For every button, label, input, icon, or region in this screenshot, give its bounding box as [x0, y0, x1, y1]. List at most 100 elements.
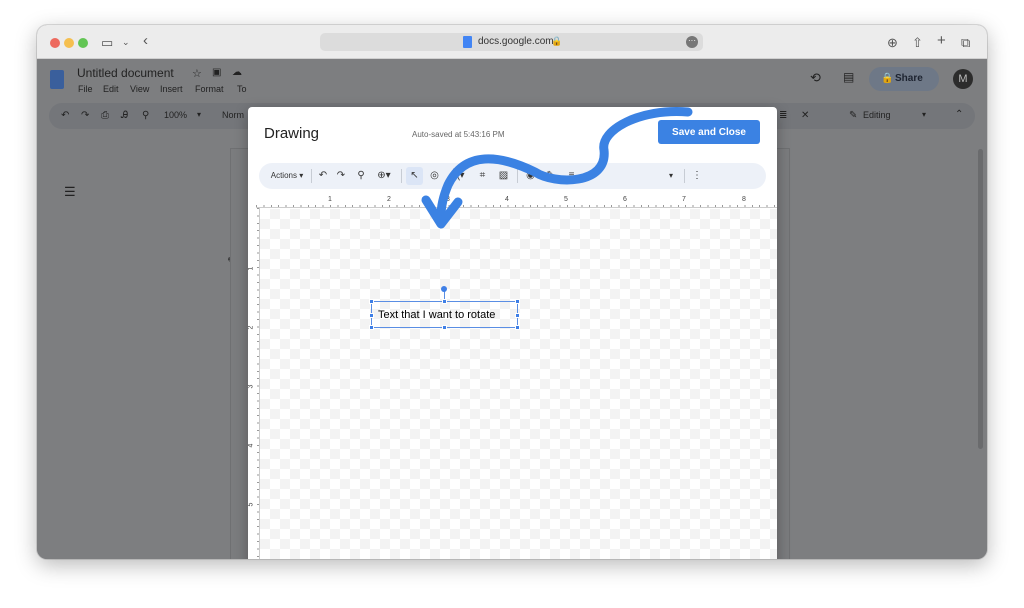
pencil-icon: ✎	[849, 110, 858, 121]
drawing-dialog: Drawing Auto-saved at 5:43:16 PM Save an…	[248, 107, 777, 559]
textbox-tool-icon[interactable]: ⌗	[474, 167, 491, 185]
resize-handle-top[interactable]	[442, 299, 447, 304]
drawing-canvas-area: 1 2 3 4 5 6 7 8 1 2 3 4 5 6	[248, 195, 777, 559]
more-icon[interactable]: ···	[686, 36, 698, 48]
line-tool-icon[interactable]: ╲▾	[447, 167, 471, 185]
chevron-down-icon[interactable]: ▾	[922, 110, 926, 119]
share-button[interactable]: 🔒 Share	[869, 67, 939, 91]
zoom-select[interactable]: 100%	[164, 110, 187, 120]
dialog-title: Drawing	[264, 125, 320, 142]
toolbar-divider	[401, 169, 402, 183]
more-options-icon[interactable]: ⋮	[691, 167, 703, 185]
actions-menu[interactable]: Actions ▾	[267, 167, 307, 185]
menu-tools[interactable]: To	[237, 84, 247, 94]
redo-icon[interactable]: ↷	[333, 167, 349, 185]
ruler-label: 3	[248, 384, 255, 389]
toolbar-divider	[311, 169, 312, 183]
rotation-handle[interactable]	[441, 286, 447, 292]
share-page-icon[interactable]: ⇧	[912, 35, 923, 51]
chevron-down-icon[interactable]: ⌄	[122, 37, 130, 48]
ruler-label: 5	[564, 196, 568, 203]
ruler-label: 6	[623, 196, 627, 203]
editing-mode-select[interactable]: Editing	[863, 110, 891, 120]
border-weight-icon[interactable]: ≡	[563, 167, 580, 185]
undo-icon[interactable]: ↶	[61, 110, 69, 121]
spellcheck-icon[interactable]: Ꭿ	[121, 110, 128, 121]
ruler-label: 1	[248, 266, 255, 271]
menu-format[interactable]: Format	[195, 84, 224, 94]
shape-tool-icon[interactable]: ◎	[426, 167, 443, 185]
sidebar-toggle-icon[interactable]: ▭	[101, 35, 113, 51]
toolbar-divider	[684, 169, 685, 183]
docs-app-background: Untitled document ☆ ▣ ☁ File Edit View I…	[37, 59, 987, 559]
resize-handle-right[interactable]	[515, 313, 520, 318]
share-label: Share	[895, 73, 923, 84]
fill-color-icon[interactable]: ◉	[522, 167, 539, 185]
ruler-label: 8	[742, 196, 746, 203]
ruler-label: 2	[248, 325, 255, 330]
avatar[interactable]: M	[953, 69, 973, 89]
undo-icon[interactable]: ↶	[315, 167, 331, 185]
clear-format-icon[interactable]: ✕	[801, 110, 809, 121]
print-icon[interactable]: ⎙	[101, 110, 109, 121]
paint-format-icon[interactable]: ⚲	[142, 110, 149, 121]
style-select[interactable]: Norm	[222, 110, 244, 120]
text-box-content[interactable]: Text that I want to rotate	[378, 309, 495, 321]
resize-handle-top-right[interactable]	[515, 299, 520, 304]
menu-view[interactable]: View	[130, 84, 149, 94]
new-tab-icon[interactable]: +	[937, 32, 946, 49]
address-bar[interactable]: docs.google.com 🔒 ···	[320, 33, 703, 51]
select-tool-icon[interactable]: ↖	[406, 167, 423, 185]
document-title[interactable]: Untitled document	[77, 66, 174, 80]
chevron-down-icon[interactable]: ▾	[197, 110, 201, 119]
redo-icon[interactable]: ↷	[81, 110, 89, 121]
chevron-up-icon[interactable]: ⌃	[955, 109, 963, 120]
paint-format-icon[interactable]: ⚲	[353, 167, 369, 185]
ruler-label: 4	[248, 443, 255, 448]
minimize-window-button[interactable]	[64, 38, 74, 48]
ruler-label: 1	[328, 196, 332, 203]
drawing-toolbar: Actions ▾ ↶ ↷ ⚲ ⊕▾ ↖ ◎ ╲▾ ⌗ ▨ ◉ ✎ ≡ ┅ ▾ …	[259, 163, 766, 189]
zoom-window-button[interactable]	[78, 38, 88, 48]
docs-logo-icon	[50, 70, 64, 89]
resize-handle-bottom-left[interactable]	[369, 325, 374, 330]
ruler-label: 7	[682, 196, 686, 203]
ruler-label: 2	[387, 196, 391, 203]
resize-handle-left[interactable]	[369, 313, 374, 318]
resize-handle-top-left[interactable]	[369, 299, 374, 304]
zoom-icon[interactable]: ⊕▾	[372, 167, 396, 185]
history-icon[interactable]: ⟲	[810, 70, 821, 86]
outline-icon[interactable]: ☰	[64, 184, 76, 200]
resize-handle-bottom[interactable]	[442, 325, 447, 330]
autosave-status: Auto-saved at 5:43:16 PM	[412, 130, 505, 139]
close-window-button[interactable]	[50, 38, 60, 48]
lock-icon: 🔒	[551, 36, 563, 46]
cloud-icon[interactable]: ☁	[232, 67, 242, 78]
border-color-icon[interactable]: ✎	[542, 167, 559, 185]
menu-edit[interactable]: Edit	[103, 84, 119, 94]
line-spacing-icon[interactable]: ≣	[779, 110, 787, 121]
chevron-down-icon[interactable]: ▾	[664, 167, 678, 185]
border-dash-icon[interactable]: ┅	[584, 167, 601, 185]
comments-icon[interactable]: ▤	[843, 70, 854, 84]
vertical-scrollbar[interactable]	[978, 149, 983, 449]
image-tool-icon[interactable]: ▨	[495, 167, 512, 185]
drawing-canvas[interactable]	[260, 209, 777, 559]
tab-overview-icon[interactable]: ⧉	[961, 35, 970, 51]
browser-window: ▭ ⌄ ‹ docs.google.com 🔒 ··· ⊕ ⇧ + ⧉ Unti…	[37, 25, 987, 559]
menu-insert[interactable]: Insert	[160, 84, 183, 94]
star-icon[interactable]: ☆	[192, 67, 202, 80]
actions-label: Actions	[270, 171, 297, 180]
horizontal-ruler: 1 2 3 4 5 6 7 8	[256, 195, 777, 208]
ruler-label: 4	[505, 196, 509, 203]
url-text: docs.google.com	[478, 36, 554, 47]
back-icon[interactable]: ‹	[143, 32, 148, 49]
ruler-label: 3	[446, 196, 450, 203]
selected-text-box[interactable]: Text that I want to rotate	[369, 299, 520, 330]
folder-icon[interactable]: ▣	[212, 67, 221, 78]
vertical-ruler: 1 2 3 4 5 6	[248, 208, 260, 559]
download-icon[interactable]: ⊕	[887, 35, 898, 51]
resize-handle-bottom-right[interactable]	[515, 325, 520, 330]
save-and-close-button[interactable]: Save and Close	[658, 120, 760, 144]
menu-file[interactable]: File	[78, 84, 93, 94]
